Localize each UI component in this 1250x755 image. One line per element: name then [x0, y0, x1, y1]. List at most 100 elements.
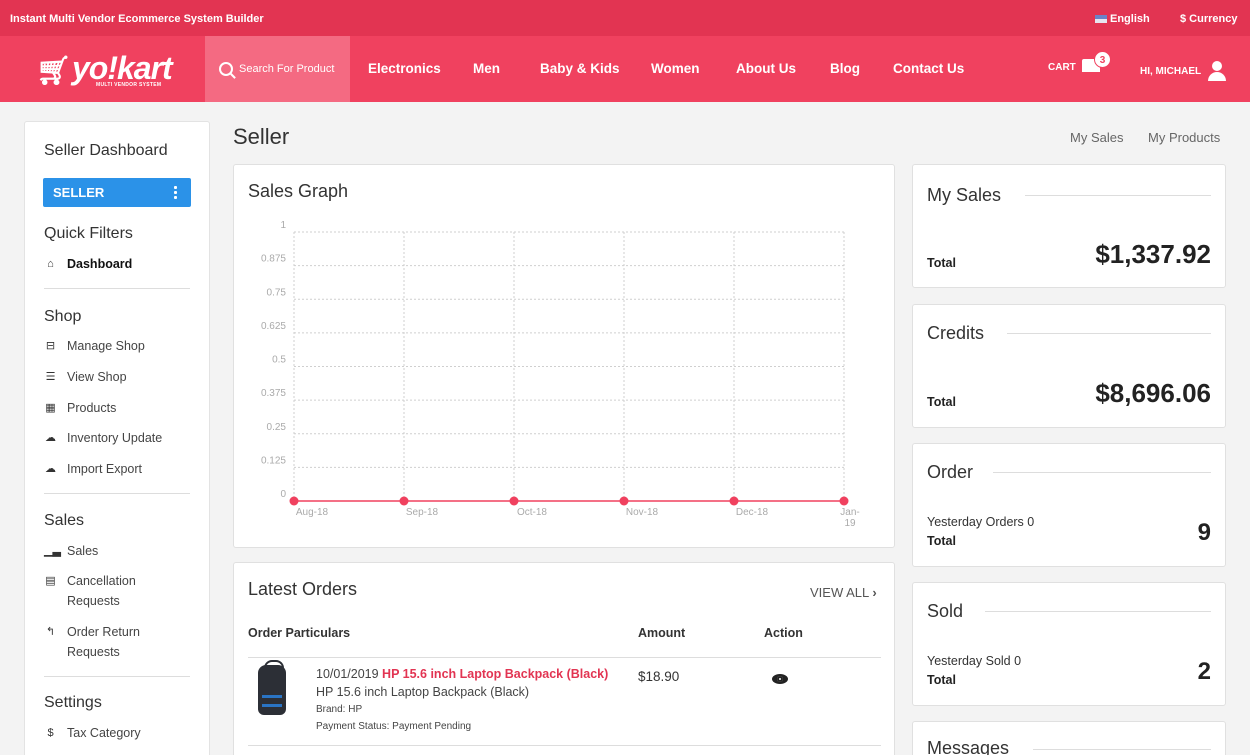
user-icon — [1207, 61, 1227, 81]
sidebar-item-label: View Shop — [67, 370, 127, 384]
order-product-link[interactable]: HP 15.6 inch Laptop Backpack (Black) — [382, 667, 608, 681]
shop-heading: Shop — [44, 308, 82, 325]
my-sales-total-label: Total — [927, 256, 956, 270]
order-value: 9 — [1197, 519, 1211, 546]
y-tick-label: 0.5 — [272, 355, 286, 366]
card-rule — [1007, 333, 1211, 334]
language-selector[interactable]: English — [1095, 13, 1150, 25]
sidebar-divider — [44, 676, 190, 677]
sidebar-item-label: Import Export — [67, 462, 143, 476]
credits-title: Credits — [927, 323, 985, 343]
view-all-link[interactable]: VIEW ALL › — [810, 585, 877, 600]
col-order-particulars: Order Particulars — [248, 626, 351, 640]
cart-icon: ☰ — [45, 371, 56, 383]
order-payment-status: Payment Status: Payment Pending — [316, 721, 472, 732]
credits-total-label: Total — [927, 395, 956, 409]
file-icon: ▤ — [45, 575, 56, 587]
cloud-upload-icon: ☁ — [45, 463, 56, 475]
settings-heading: Settings — [44, 694, 102, 711]
user-menu[interactable]: HI, MICHAEL — [1140, 61, 1227, 81]
sidebar-item-tax-category[interactable]: $ Tax Category — [44, 723, 141, 743]
sidebar-item-import-export[interactable]: ☁ Import Export — [44, 459, 142, 479]
latest-orders-card: Latest Orders VIEW ALL › Order Particula… — [233, 562, 895, 755]
nav-about-us[interactable]: About Us — [736, 61, 796, 76]
link-my-sales[interactable]: My Sales — [1070, 130, 1123, 145]
data-point — [509, 496, 519, 506]
order-card: Order Yesterday Orders 0 Total 9 — [912, 443, 1226, 567]
latest-orders-title: Latest Orders — [248, 579, 358, 599]
sidebar-item-label: Inventory Update — [67, 431, 163, 445]
card-rule — [1025, 195, 1211, 196]
yesterday-orders: Yesterday Orders 0 — [927, 515, 1035, 529]
sidebar-divider — [44, 493, 190, 494]
sidebar-item-dashboard[interactable]: ⌂ Dashboard — [44, 254, 132, 274]
logo[interactable]: 🛒︎ yo!kart MULTI VENDOR SYSTEM — [36, 50, 176, 90]
view-eye-icon[interactable] — [772, 674, 788, 684]
sidebar-item-products[interactable]: ▦ Products — [44, 398, 116, 418]
sidebar-item-manage-shop[interactable]: ⊟ Manage Shop — [44, 336, 145, 356]
bar-chart-icon: ▁▃ — [44, 545, 61, 557]
search-label: Search For Product — [239, 63, 335, 75]
nav-baby-kids[interactable]: Baby & Kids — [540, 61, 620, 76]
home-icon: ⌂ — [47, 258, 54, 270]
nav-men[interactable]: Men — [473, 61, 500, 76]
sidebar-item-sales[interactable]: ▁▃ Sales — [44, 541, 98, 561]
currency-selector[interactable]: $ Currency — [1180, 13, 1237, 25]
search-button[interactable]: Search For Product — [205, 36, 350, 102]
seller-role-label: SELLER — [53, 185, 105, 200]
y-tick-label: 0.375 — [261, 388, 286, 399]
sidebar-item-label: Tax Category — [67, 726, 141, 740]
x-tick-label: Dec-18 — [736, 507, 769, 518]
my-sales-value: $1,337.92 — [1095, 239, 1211, 269]
cart-button[interactable]: CART 3 — [1048, 51, 1111, 74]
y-tick-label: 0.75 — [267, 287, 287, 298]
my-sales-card: My Sales Total $1,337.92 — [912, 164, 1226, 288]
x-tick-label: 19 — [844, 518, 856, 529]
reply-icon: ↰ — [45, 626, 56, 638]
product-thumbnail — [258, 660, 286, 715]
y-tick-label: 0.625 — [261, 321, 286, 332]
sidebar-title: Seller Dashboard — [44, 142, 168, 159]
sidebar-item-inventory-update[interactable]: ☁ Inventory Update — [44, 428, 162, 448]
nav-contact-us[interactable]: Contact Us — [893, 61, 964, 76]
sidebar-item-view-shop[interactable]: ☰ View Shop — [44, 367, 127, 387]
y-tick-label: 1 — [280, 220, 286, 231]
chevron-right-icon: › — [872, 585, 877, 600]
table-divider — [248, 657, 881, 658]
x-tick-label: Aug-18 — [296, 507, 329, 518]
messages-title: Messages — [927, 738, 1010, 755]
x-tick-label: Nov-18 — [626, 507, 659, 518]
grid-icon: ▦ — [45, 402, 56, 414]
order-title: Order — [927, 462, 974, 482]
y-tick-label: 0.25 — [267, 422, 287, 433]
cart-label: CART — [1048, 62, 1076, 73]
order-total-label: Total — [927, 534, 956, 548]
yesterday-sold: Yesterday Sold 0 — [927, 654, 1022, 668]
nav-blog[interactable]: Blog — [830, 61, 860, 76]
sidebar-item-order-return-requests[interactable]: ↰ Order Return Requests — [44, 622, 154, 662]
card-rule — [1033, 749, 1211, 750]
nav-electronics[interactable]: Electronics — [368, 61, 441, 76]
more-vertical-icon — [174, 185, 177, 199]
link-my-products[interactable]: My Products — [1148, 130, 1220, 145]
cart-count-badge: 3 — [1094, 51, 1111, 68]
sidebar-item-cancellation-requests[interactable]: ▤ Cancellation Requests — [44, 571, 154, 611]
order-brand: Brand: HP — [316, 704, 363, 715]
flag-icon — [1095, 15, 1107, 23]
sold-total-label: Total — [927, 673, 956, 687]
sales-heading: Sales — [44, 512, 85, 529]
seller-role-button[interactable]: SELLER — [43, 178, 191, 207]
dollar-icon: $ — [47, 727, 54, 739]
data-point — [289, 496, 299, 506]
sales-graph-chart: 0 0.125 0.25 0.375 0.5 0.625 0.75 0.875 1 Aug-18 S… — [261, 220, 860, 529]
user-greeting: HI, MICHAEL — [1140, 65, 1202, 77]
card-rule — [985, 611, 1211, 612]
data-point — [729, 496, 739, 506]
x-tick-label: Oct-18 — [517, 507, 547, 518]
sidebar-item-label: Cancellation Requests — [67, 574, 136, 608]
top-strip: Instant Multi Vendor Ecommerce System Bu… — [0, 0, 1250, 36]
sidebar-divider — [44, 288, 190, 289]
card-rule — [993, 472, 1211, 473]
logo-cart-icon: 🛒︎ — [36, 55, 72, 86]
nav-women[interactable]: Women — [651, 61, 700, 76]
